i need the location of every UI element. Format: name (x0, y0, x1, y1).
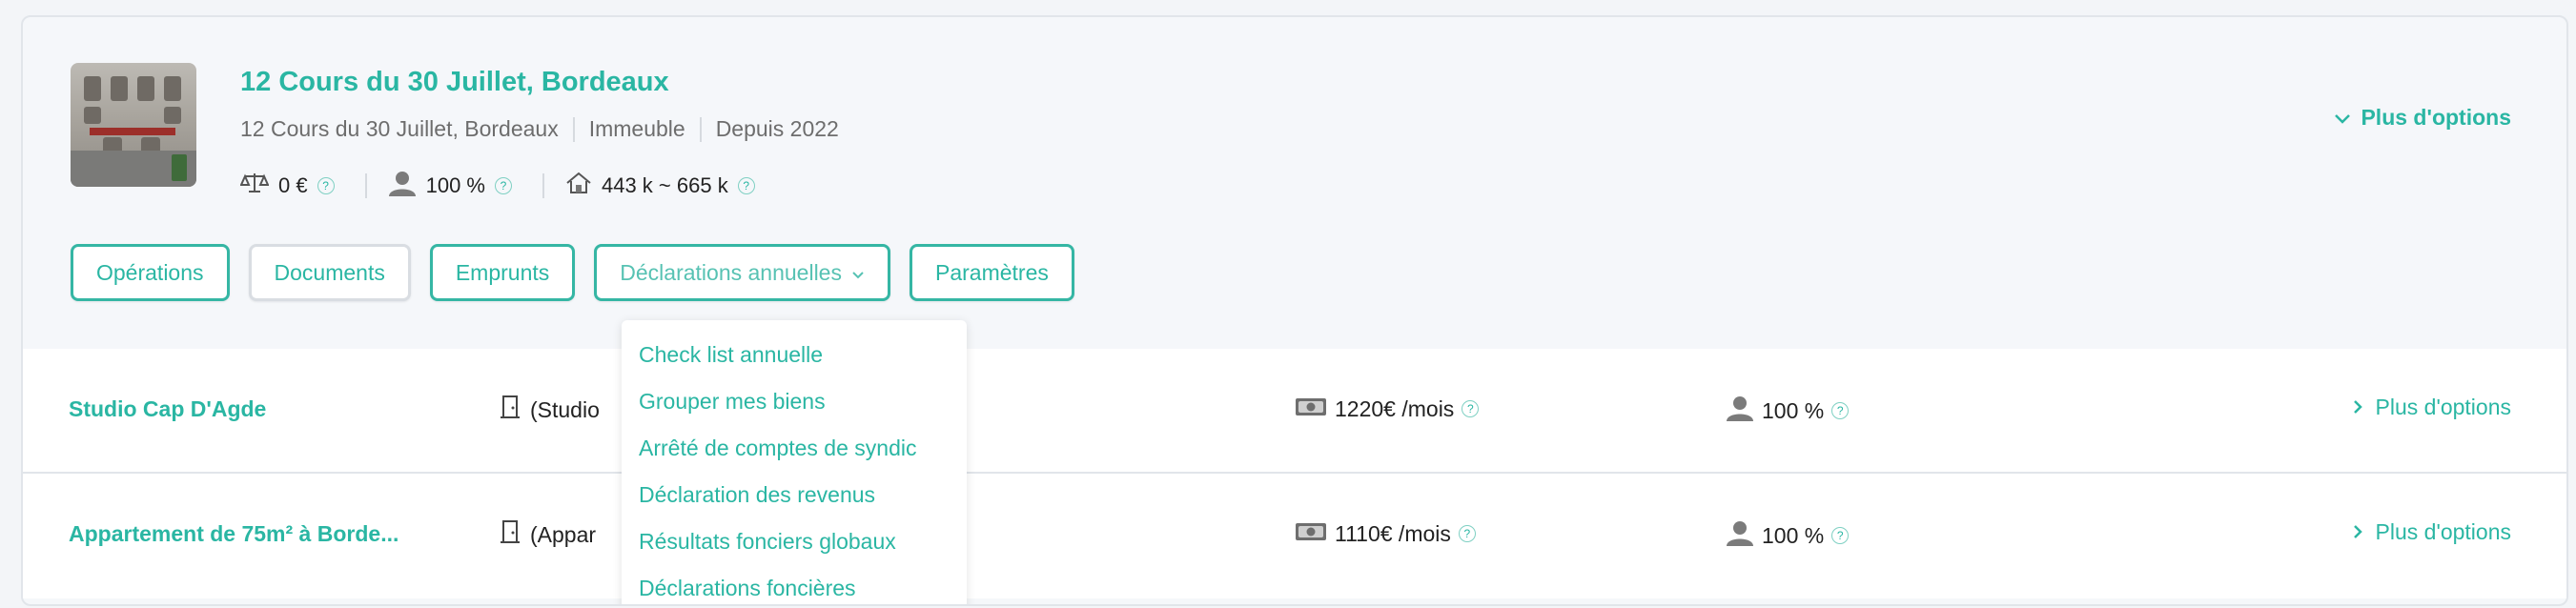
unit-name[interactable]: Studio Cap D'Agde (69, 396, 266, 422)
property-title[interactable]: 12 Cours du 30 Juillet, Bordeaux (240, 67, 669, 98)
balance-value: 0 € (278, 173, 308, 197)
list-item[interactable]: Studio Cap D'Agde (Studio 1220€ /mois ? … (23, 349, 2566, 474)
ownership-stat: 100 % ? (388, 170, 565, 202)
chevron-right-icon (2353, 519, 2362, 545)
tab-operations[interactable]: Opérations (71, 244, 230, 301)
stat-divider (542, 173, 544, 198)
tab-documents[interactable]: Documents (248, 244, 411, 301)
unit-more-options[interactable]: Plus d'options (2353, 395, 2511, 420)
stat-divider (364, 173, 367, 198)
question-circle-icon[interactable]: ? (737, 177, 755, 194)
banknote-icon (1295, 519, 1327, 548)
question-circle-icon[interactable]: ? (1462, 400, 1480, 417)
more-options-label: Plus d'options (2375, 519, 2511, 544)
chevron-down-icon (851, 260, 865, 286)
property-tabs: Opérations Documents Emprunts Déclaratio… (71, 244, 1074, 301)
question-circle-icon[interactable]: ? (317, 177, 335, 194)
menu-item-declarations-foncieres[interactable]: Déclarations foncières (622, 565, 967, 604)
door-icon (500, 519, 521, 550)
more-options-label: Plus d'options (2361, 105, 2511, 130)
more-options-label: Plus d'options (2375, 395, 2511, 419)
user-icon (1726, 519, 1754, 552)
property-meta: 12 Cours du 30 Juillet, Bordeaux Immeubl… (240, 116, 839, 142)
list-item[interactable]: Appartement de 75m² à Borde... (Appar 11… (23, 474, 2566, 598)
property-photo[interactable] (71, 63, 196, 187)
unit-type-label: (Appar (530, 521, 597, 547)
tab-emprunts[interactable]: Emprunts (429, 244, 576, 301)
rent-value: 1220€ /mois (1335, 395, 1455, 421)
banknote-icon (1295, 395, 1327, 423)
meta-divider (699, 116, 702, 142)
ownership-value: 100 % (425, 173, 485, 197)
menu-item-check-list[interactable]: Check list annuelle (622, 332, 967, 378)
ownership-value: 100 % (1762, 522, 1825, 548)
unit-ownership: 100 % ? (1726, 395, 1850, 427)
valuation-stat: 443 k ~ 665 k ? (565, 172, 755, 200)
unit-name[interactable]: Appartement de 75m² à Borde... (69, 521, 399, 547)
menu-item-resultats-fonciers[interactable]: Résultats fonciers globaux (622, 518, 967, 565)
tab-declarations[interactable]: Déclarations annuelles (594, 244, 890, 301)
question-circle-icon[interactable]: ? (1831, 527, 1850, 544)
property-more-options[interactable]: Plus d'options (2334, 105, 2511, 131)
rent-value: 1110€ /mois (1335, 520, 1451, 546)
unit-type: (Appar (500, 519, 596, 550)
user-icon (1726, 395, 1754, 427)
question-circle-icon[interactable]: ? (1458, 525, 1476, 542)
house-icon (565, 172, 592, 200)
menu-item-arrete-comptes[interactable]: Arrêté de comptes de syndic (622, 425, 967, 472)
units-list: Studio Cap D'Agde (Studio 1220€ /mois ? … (23, 349, 2566, 598)
meta-divider (572, 116, 575, 142)
scale-icon (239, 172, 270, 200)
menu-item-grouper-biens[interactable]: Grouper mes biens (622, 378, 967, 425)
chevron-down-icon (2334, 105, 2351, 131)
balance-stat: 0 € ? (239, 172, 388, 200)
property-stats: 0 € ? 100 % ? 443 k ~ 665 k ? (239, 170, 755, 202)
property-since: Depuis 2022 (715, 116, 839, 141)
menu-item-declaration-revenus[interactable]: Déclaration des revenus (622, 472, 967, 518)
unit-type-label: (Studio (530, 396, 600, 422)
unit-rent: 1110€ /mois ? (1295, 519, 1476, 548)
unit-ownership: 100 % ? (1726, 519, 1850, 552)
user-icon (388, 170, 417, 202)
question-circle-icon[interactable]: ? (494, 177, 512, 194)
unit-rent: 1220€ /mois ? (1295, 395, 1480, 423)
tab-parametres[interactable]: Paramètres (909, 244, 1074, 301)
property-kind: Immeuble (588, 116, 685, 141)
question-circle-icon[interactable]: ? (1831, 402, 1850, 419)
tab-declarations-label: Déclarations annuelles (620, 259, 842, 285)
ownership-value: 100 % (1762, 397, 1825, 423)
chevron-right-icon (2353, 395, 2362, 420)
property-address: 12 Cours du 30 Juillet, Bordeaux (240, 116, 559, 141)
unit-more-options[interactable]: Plus d'options (2353, 519, 2511, 545)
declarations-dropdown-menu: Check list annuelle Grouper mes biens Ar… (622, 320, 967, 604)
valuation-value: 443 k ~ 665 k (601, 173, 728, 197)
door-icon (500, 395, 521, 425)
unit-type: (Studio (500, 395, 600, 425)
property-card: 12 Cours du 30 Juillet, Bordeaux 12 Cour… (21, 15, 2568, 606)
